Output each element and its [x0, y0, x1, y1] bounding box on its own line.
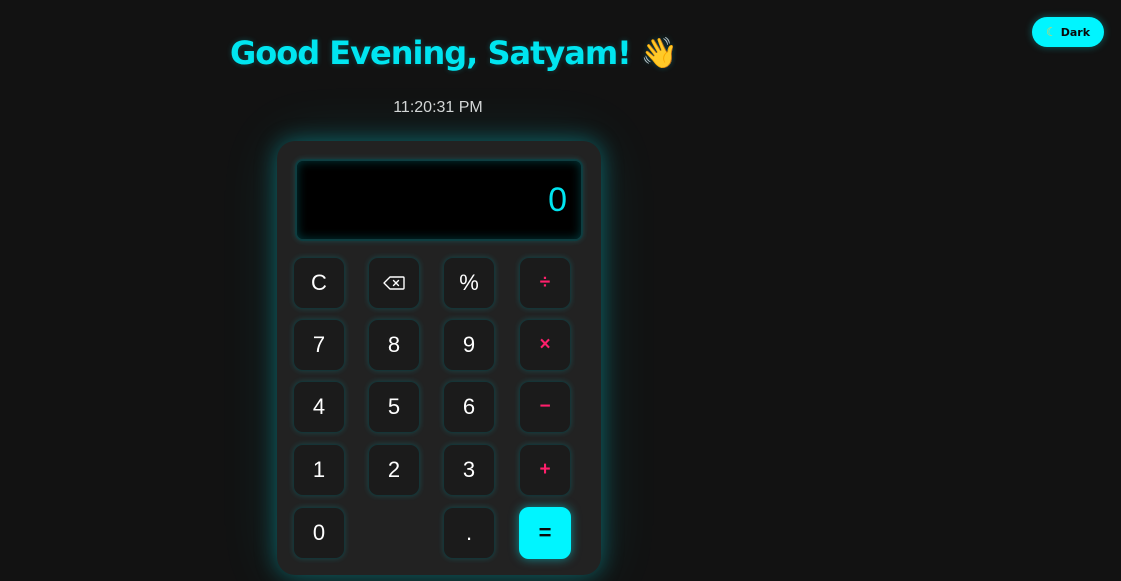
- multiply-button[interactable]: ×: [519, 319, 571, 371]
- theme-toggle-label: Dark: [1060, 25, 1091, 39]
- waving-hand-icon: 👋: [640, 35, 679, 71]
- greeting-heading: Good Evening, Satyam! 👋: [230, 30, 678, 76]
- moon-icon: ☾: [1045, 25, 1057, 39]
- digit-2-button[interactable]: 2: [368, 444, 420, 496]
- digit-6-button[interactable]: 6: [443, 381, 495, 433]
- calculator: 0 C % ÷ 7 8 9 × 4 5 6 − 1 2 3 + 0 . =: [277, 141, 601, 575]
- digit-5-button[interactable]: 5: [368, 381, 420, 433]
- digit-1-button[interactable]: 1: [293, 444, 345, 496]
- digit-0-button[interactable]: 0: [293, 507, 345, 559]
- page: ☾ Dark Good Evening, Satyam! 👋 11:20:31 …: [0, 0, 1121, 581]
- decimal-button[interactable]: .: [443, 507, 495, 559]
- backspace-button[interactable]: [368, 257, 420, 309]
- clear-button[interactable]: C: [293, 257, 345, 309]
- calculator-display: 0: [295, 159, 583, 241]
- backspace-icon: [383, 276, 405, 290]
- add-button[interactable]: +: [519, 444, 571, 496]
- divide-button[interactable]: ÷: [519, 257, 571, 309]
- digit-8-button[interactable]: 8: [368, 319, 420, 371]
- digit-4-button[interactable]: 4: [293, 381, 345, 433]
- equals-button[interactable]: =: [519, 507, 571, 559]
- digit-3-button[interactable]: 3: [443, 444, 495, 496]
- digit-9-button[interactable]: 9: [443, 319, 495, 371]
- theme-toggle-button[interactable]: ☾ Dark: [1032, 17, 1104, 47]
- clock-time: 11:20:31 PM: [393, 99, 483, 116]
- display-value: 0: [548, 180, 567, 219]
- percent-button[interactable]: %: [443, 257, 495, 309]
- digit-7-button[interactable]: 7: [293, 319, 345, 371]
- subtract-button[interactable]: −: [519, 381, 571, 433]
- greeting-text: Good Evening, Satyam!: [230, 34, 632, 72]
